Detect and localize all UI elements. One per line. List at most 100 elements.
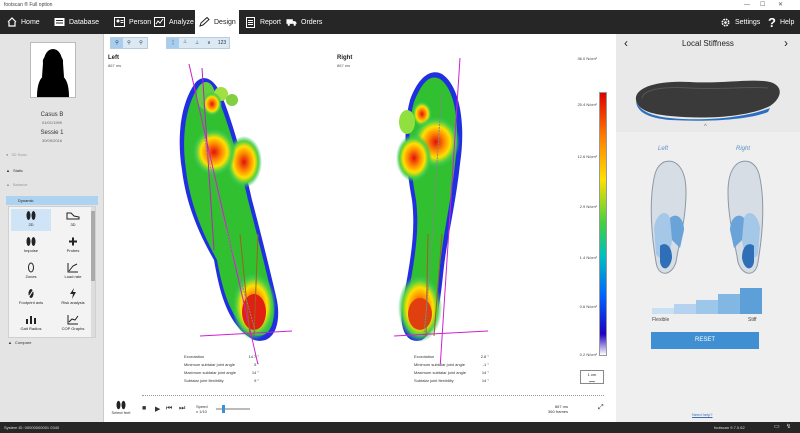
tab-report[interactable]: Report xyxy=(241,10,285,34)
system-id: System ID: 00000000001 0340 xyxy=(4,425,60,430)
database-icon xyxy=(54,17,65,28)
stop-icon[interactable]: ■ xyxy=(142,405,146,412)
collapse-icon[interactable]: ^ xyxy=(704,124,707,130)
next-arrow-icon[interactable]: › xyxy=(784,36,788,50)
title-bar: footscan ® Full option — ☐ ✕ xyxy=(0,0,800,10)
stiffness-level-3[interactable] xyxy=(696,300,718,314)
right-metrics: Exorotation 2.8 ° Minimum subtalar joint … xyxy=(414,354,489,386)
tools-scrollbar-thumb[interactable] xyxy=(91,211,95,281)
monitor-icon[interactable]: ▭ xyxy=(774,422,780,433)
metric-value: 14 ° xyxy=(251,370,259,375)
tab-report-label: Report xyxy=(259,18,281,26)
speed-slider[interactable] xyxy=(216,405,250,413)
tool-footprint-axis[interactable]: Footprint axis xyxy=(11,287,51,309)
prev-frame-icon[interactable]: ⏮ xyxy=(166,405,172,413)
person-icon xyxy=(114,17,125,28)
metric-label: Maximum subtalar joint angle xyxy=(414,370,467,375)
main-nav: Home Database Person Analyze Design Repo… xyxy=(0,10,800,34)
tool-footprint-axis-label: Footprint axis xyxy=(18,300,43,305)
frame-count: 360 frames xyxy=(548,409,569,414)
left-metrics: Exorotation 14.7 ° Minimum subtalar joint… xyxy=(184,354,259,386)
tab-orders-label: Orders xyxy=(301,18,323,26)
menu-dynamic-label: Dynamic xyxy=(18,198,34,203)
speed-readout: Speed x 1/10 xyxy=(196,404,208,414)
tool-3d-label: 3D xyxy=(70,222,76,227)
home-icon xyxy=(6,17,17,28)
tab-design[interactable]: Design xyxy=(195,10,239,34)
tool-probes[interactable]: Probes xyxy=(53,235,93,257)
patient-avatar xyxy=(30,42,76,98)
compare-icon: ▲ xyxy=(8,340,12,345)
version-label: footscan 9.7.0.62 xyxy=(714,425,745,430)
stiffness-level-5[interactable] xyxy=(740,288,762,314)
close-button[interactable]: ✕ xyxy=(778,0,783,10)
tool-impulse[interactable]: Impulse xyxy=(11,235,51,257)
next-frame-icon[interactable]: ⏭ xyxy=(179,405,185,413)
balance-icon: ▲ xyxy=(6,182,10,187)
flexible-label: Flexible xyxy=(652,317,670,323)
left-panel: Casus B 01/01/1999 Sessie 1 30/09/2016 ●… xyxy=(0,34,104,422)
menu-3d-scan[interactable]: ● 3D Scan xyxy=(6,152,27,157)
gear-icon xyxy=(720,17,731,28)
menu-dynamic[interactable]: Dynamic xyxy=(6,196,98,205)
left-foot-map xyxy=(179,63,293,364)
stiffness-level-4[interactable] xyxy=(718,294,740,314)
metric-value: 14 ° xyxy=(481,370,489,375)
tool-cop-graphs[interactable]: COP Graphs xyxy=(53,313,93,335)
stiffness-selector[interactable] xyxy=(652,286,762,314)
menu-static-label: Static xyxy=(12,168,23,173)
graph-icon xyxy=(53,313,93,326)
tab-orders[interactable]: Orders xyxy=(282,10,328,34)
tools-scrollbar[interactable] xyxy=(91,207,95,337)
metric-label: Minimum subtalar joint angle xyxy=(184,362,235,367)
metric-value: 5 ° xyxy=(254,362,259,367)
select-feet-label: Select feet xyxy=(111,410,131,415)
tab-home-label: Home xyxy=(21,18,40,26)
play-icon[interactable]: ▶ xyxy=(155,405,160,413)
reset-button[interactable]: RESET xyxy=(651,332,759,349)
tab-analyze[interactable]: Analyze xyxy=(150,10,194,34)
help-label: Help xyxy=(779,18,795,26)
tab-home[interactable]: Home xyxy=(2,10,46,34)
expand-icon[interactable]: ⤢ xyxy=(598,404,604,412)
metric-value: 14.7 ° xyxy=(248,354,260,359)
speed-slider-thumb[interactable] xyxy=(222,405,225,413)
tab-database[interactable]: Database xyxy=(50,10,106,34)
playback-bar: Select feet ■ ▶ ⏮ ⏭ Speed x 1/10 867 ms … xyxy=(104,398,615,422)
tool-2d[interactable]: 2D xyxy=(11,209,51,231)
metric-label: Subtalar joint flexibility xyxy=(414,378,454,383)
footprints-icon xyxy=(11,209,51,222)
left-label: Left xyxy=(658,146,669,152)
tool-load-rate[interactable]: Load rate xyxy=(53,261,93,283)
tool-load-rate-label: Load rate xyxy=(64,274,82,279)
menu-static[interactable]: ▲ Static xyxy=(6,168,23,173)
tool-3d[interactable]: 3D xyxy=(53,209,93,231)
stiffness-level-2[interactable] xyxy=(674,304,696,314)
pressure-footprints xyxy=(179,57,489,364)
stiffness-level-1[interactable] xyxy=(652,308,674,314)
help-button[interactable]: ? Help xyxy=(764,10,798,34)
lightning-icon xyxy=(53,287,93,300)
tab-design-label: Design xyxy=(214,18,236,26)
timeline[interactable] xyxy=(142,392,604,396)
metric-value: 14 ° xyxy=(481,378,489,383)
insole-3d-image xyxy=(635,80,780,121)
menu-compare[interactable]: ▲ Compare xyxy=(8,340,31,345)
scale-label: 25.4 N/cm² xyxy=(577,102,597,107)
menu-balance[interactable]: ▲ Balance xyxy=(6,182,27,187)
maximize-button[interactable]: ☐ xyxy=(760,0,765,10)
dynamic-tools: 2D 3D Impulse Probes Zones Load rate Foo… xyxy=(8,206,96,338)
tool-gait-radios[interactable]: Gait Radios xyxy=(11,313,51,335)
need-help-link[interactable]: Need help? xyxy=(692,412,712,417)
sync-icon[interactable]: ↯ xyxy=(786,422,791,433)
settings-button[interactable]: Settings xyxy=(716,10,762,34)
scale-label: 2.9 N/cm² xyxy=(579,204,597,209)
minimize-button[interactable]: — xyxy=(744,0,750,10)
axis-icon xyxy=(11,287,51,300)
select-feet-button[interactable]: Select feet xyxy=(110,400,132,415)
insole-preview: ‹ Local Stiffness › xyxy=(616,34,800,132)
tool-zones[interactable]: Zones xyxy=(11,261,51,283)
shoe-icon xyxy=(53,209,93,222)
tool-risk-analysis[interactable]: Risk analysis xyxy=(53,287,93,309)
window-title: footscan ® Full option xyxy=(4,2,53,8)
